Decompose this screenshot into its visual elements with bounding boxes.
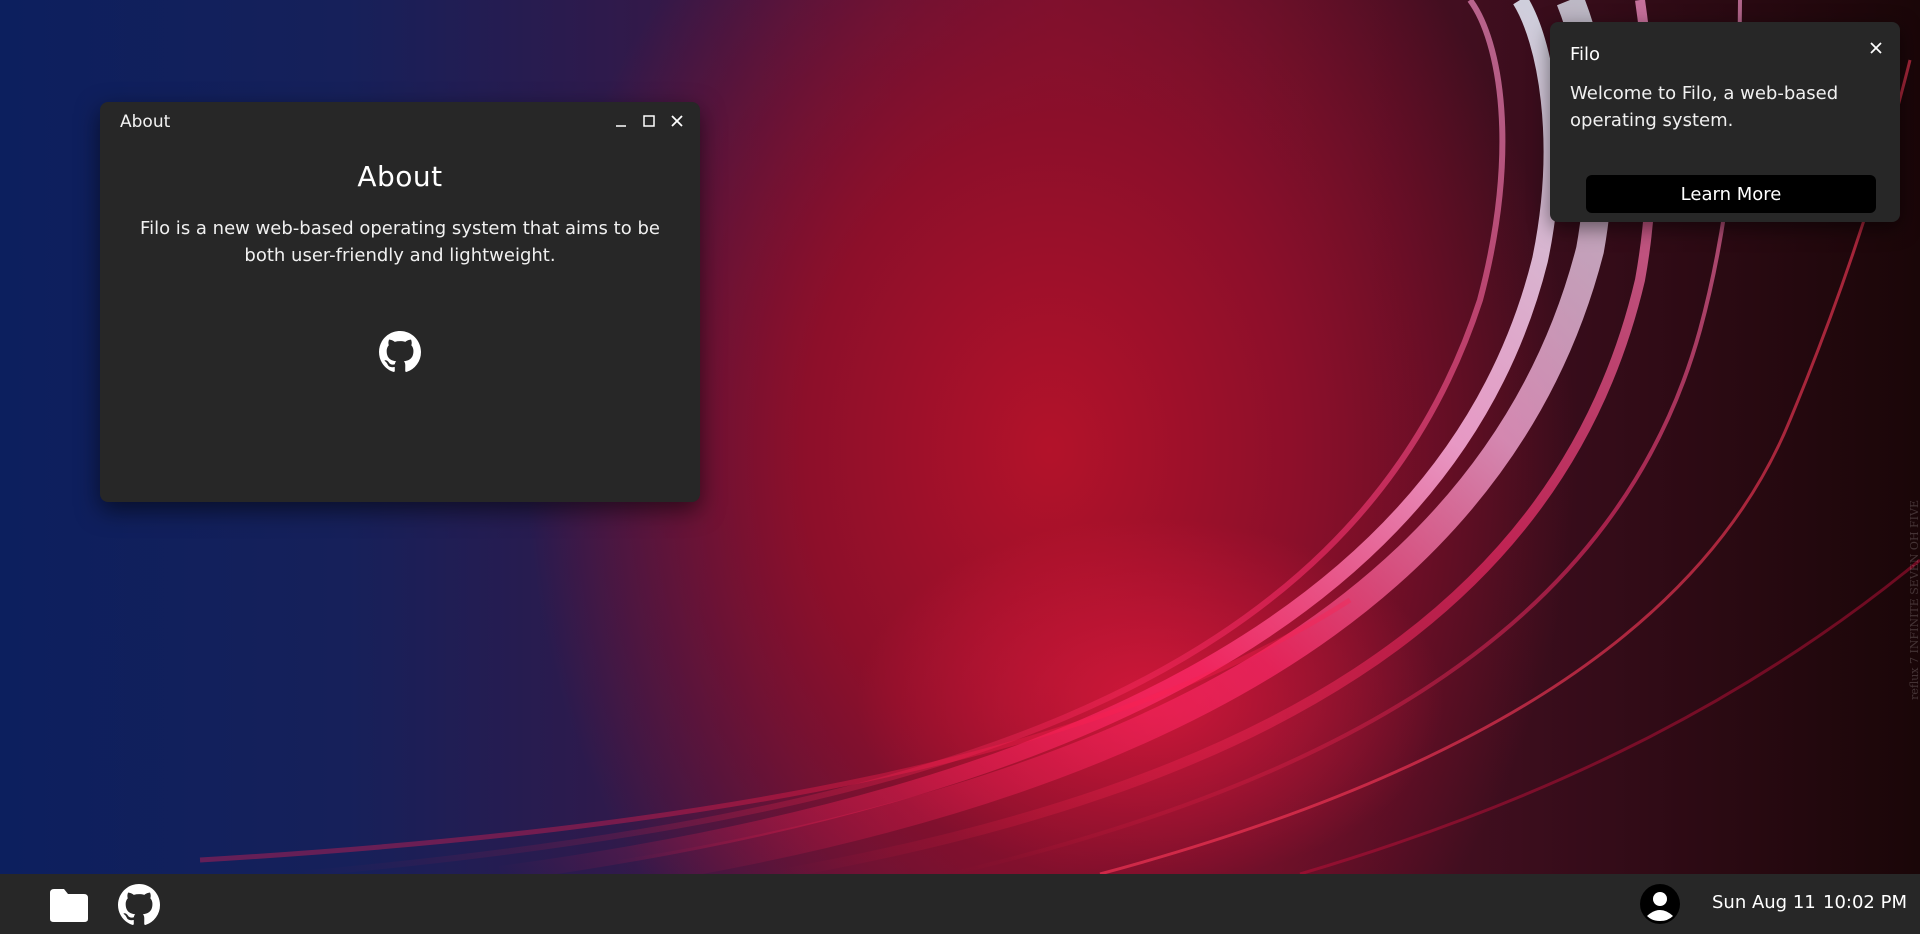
window-title: About bbox=[120, 112, 171, 132]
taskbar: Sun Aug 11 10:02 PM bbox=[0, 874, 1920, 934]
taskbar-time: 10:02 PM bbox=[1823, 892, 1907, 913]
github-icon[interactable] bbox=[118, 884, 160, 926]
notification-title: Filo bbox=[1570, 44, 1601, 65]
about-heading: About bbox=[357, 160, 443, 193]
minimize-icon[interactable] bbox=[610, 110, 632, 132]
wallpaper-watermark: reflux 7 INFINITE SEVEN OH FIVE bbox=[1908, 500, 1920, 700]
learn-more-button[interactable]: Learn More bbox=[1586, 175, 1876, 213]
close-icon[interactable] bbox=[1866, 38, 1886, 58]
folder-icon[interactable] bbox=[48, 884, 90, 926]
window-controls bbox=[610, 110, 688, 132]
about-window[interactable]: About About Filo is a new web-based oper… bbox=[100, 102, 700, 502]
github-icon[interactable] bbox=[379, 331, 421, 373]
about-description: Filo is a new web-based operating system… bbox=[140, 218, 660, 266]
window-titlebar[interactable]: About bbox=[100, 102, 700, 142]
taskbar-date: Sun Aug 11 bbox=[1712, 892, 1816, 913]
notification-card: Filo Welcome to Filo, a web-based operat… bbox=[1550, 22, 1900, 222]
user-avatar-icon[interactable] bbox=[1640, 884, 1680, 924]
close-icon[interactable] bbox=[666, 110, 688, 132]
notification-body: Welcome to Filo, a web-based operating s… bbox=[1570, 83, 1839, 131]
window-content: About Filo is a new web-based operating … bbox=[100, 160, 700, 377]
maximize-icon[interactable] bbox=[638, 110, 660, 132]
